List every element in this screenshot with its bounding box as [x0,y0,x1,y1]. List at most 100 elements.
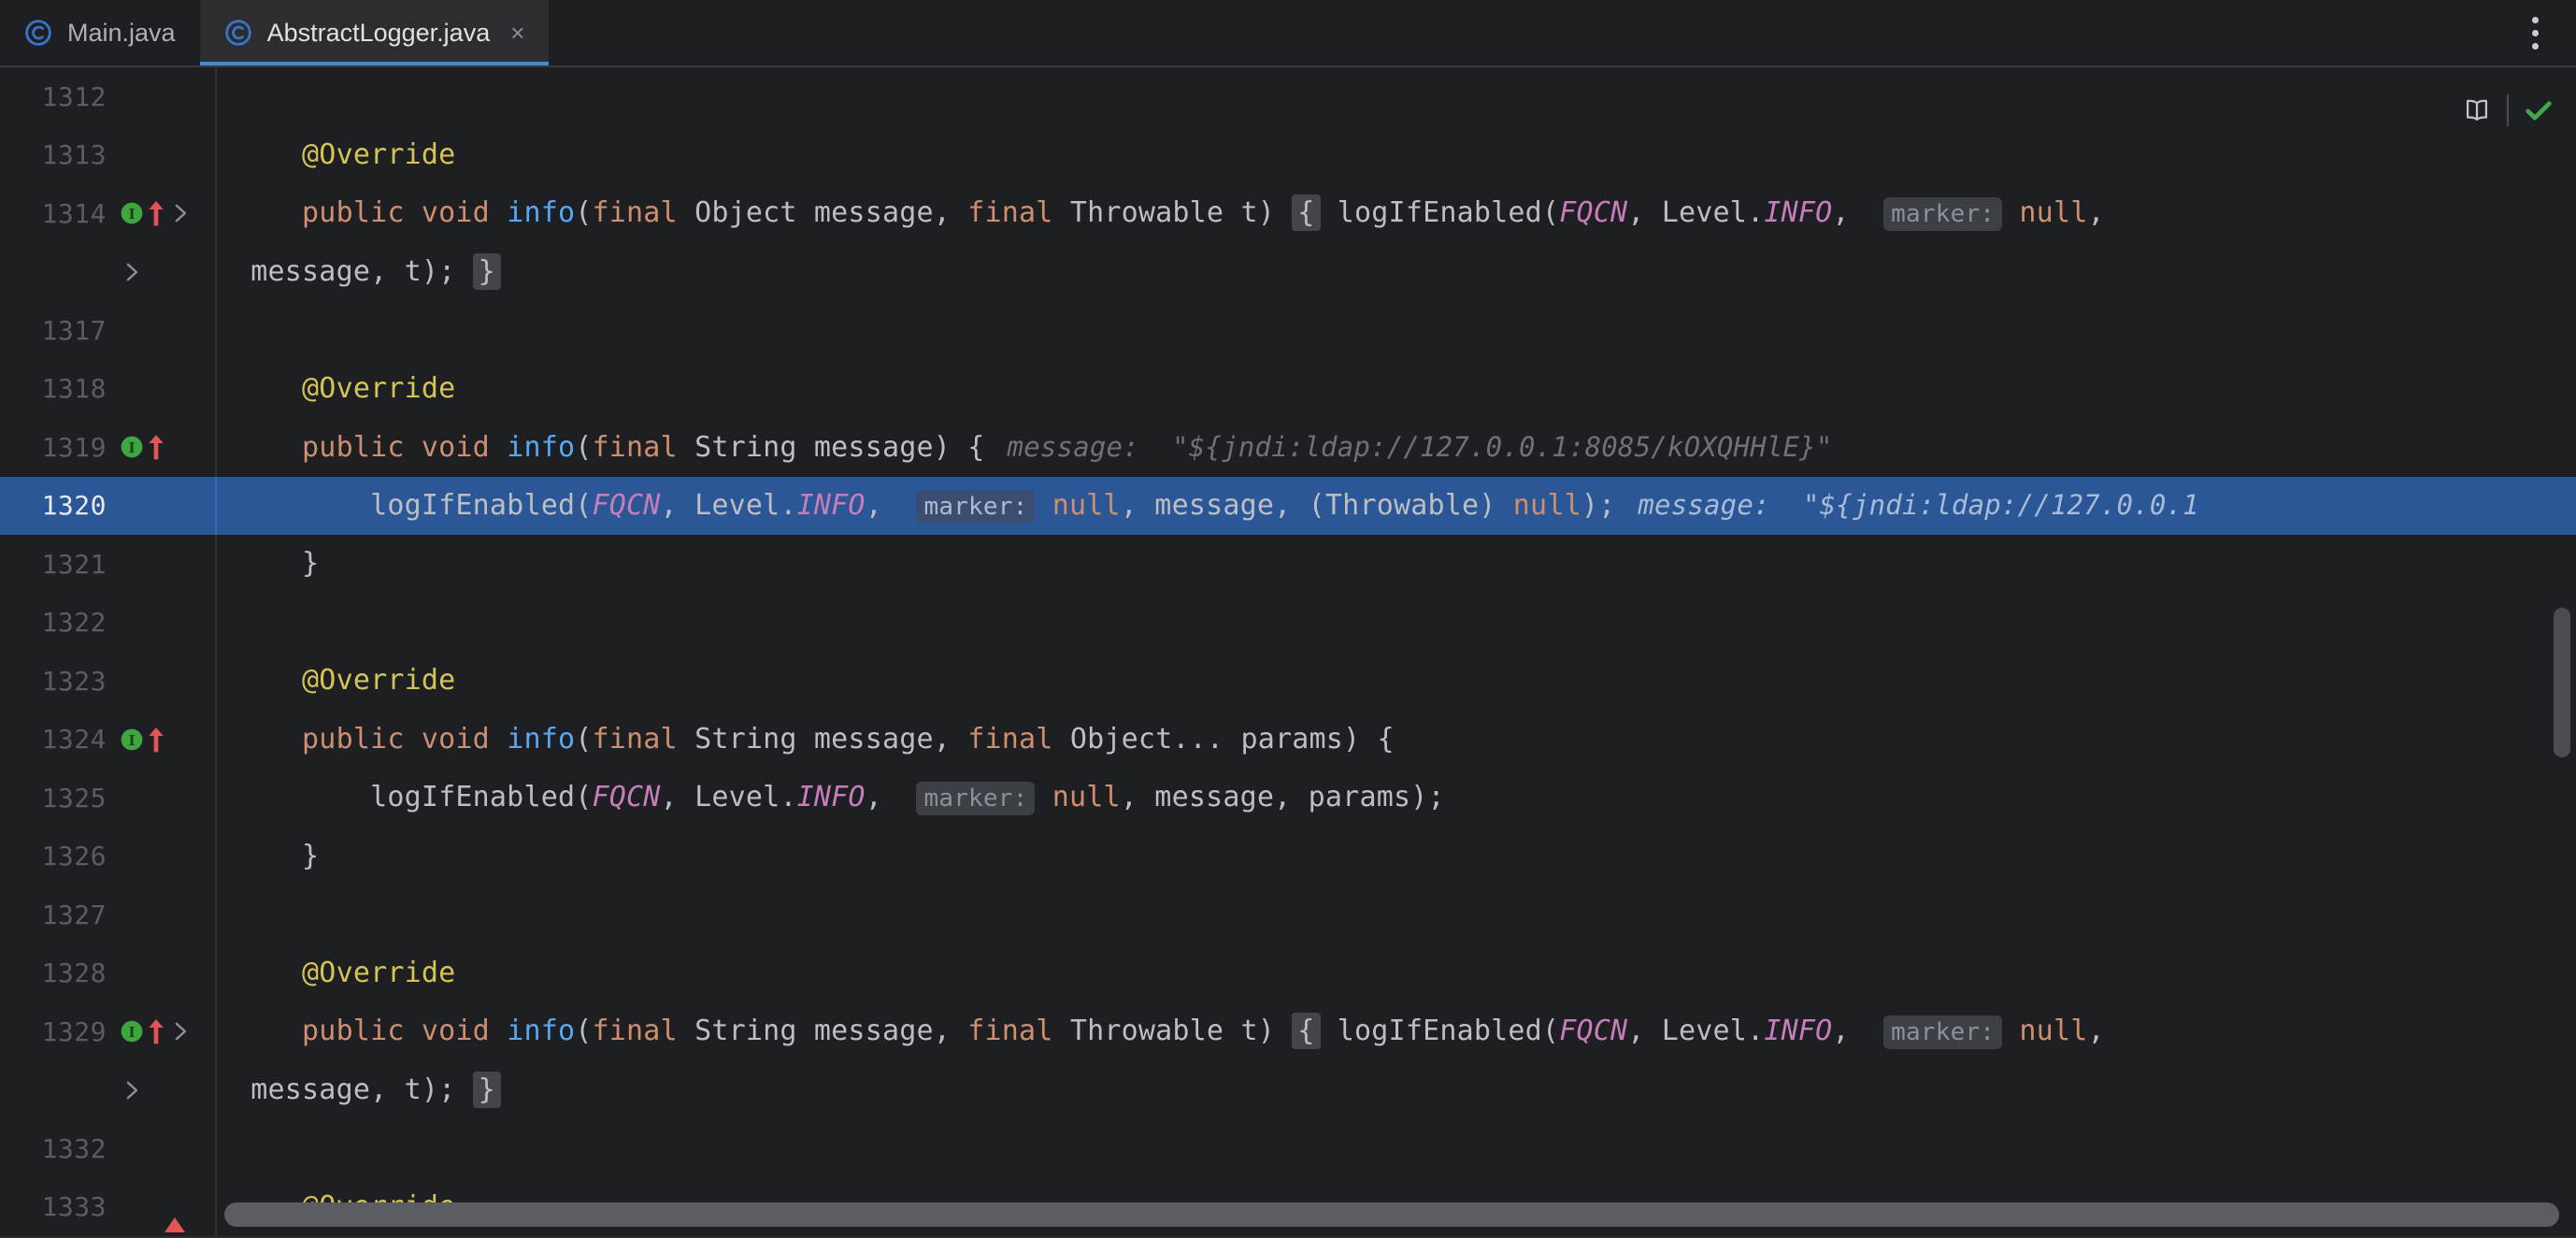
reader-mode-icon[interactable] [2453,88,2501,133]
gutter-icon-group: I [112,1017,217,1045]
overriding-method-arrow-icon[interactable] [146,1017,166,1045]
inline-debugger-value: message: "${jndi:ldap://127.0.0.1 [1638,488,2199,521]
horizontal-scrollbar[interactable] [224,1202,2559,1227]
line-gutter[interactable]: 1312 [0,67,217,126]
code-token: final [592,430,695,464]
code-line-text[interactable]: message, t); } [217,1061,2576,1120]
code-line-text[interactable]: public void info(final String message, f… [217,1002,2576,1062]
code-line-text[interactable]: @Override [217,126,2576,185]
tab-options-menu-icon[interactable] [2514,0,2555,65]
line-number: 1327 [41,899,107,930]
gutter-divider [215,652,217,711]
line-gutter[interactable] [0,1060,217,1119]
code-line-row[interactable]: 1322 [0,593,2576,652]
code-line-row[interactable]: 1328 @Override [0,943,2576,1003]
line-gutter[interactable]: 1328 [0,943,217,1002]
line-gutter[interactable]: 1329 I [0,1002,217,1061]
overriding-method-arrow-icon[interactable] [146,199,166,227]
code-line-row[interactable]: 1329 I public void info(final String mess… [0,1002,2576,1061]
code-token: public void [302,430,508,464]
code-line-text[interactable]: @Override [217,944,2576,1003]
code-line-text[interactable]: public void info(final Object message, f… [217,184,2576,244]
svg-text:I: I [129,733,136,749]
vertical-scrollbar-thumb[interactable] [2554,608,2570,757]
chevron-right-fold-icon[interactable] [120,260,144,284]
line-gutter[interactable]: 1317 [0,301,217,360]
svg-text:I: I [129,207,136,223]
code-line-row[interactable]: 1326 } [0,827,2576,886]
line-gutter[interactable]: 1324 I [0,710,217,769]
gutter-icon-group [112,1078,217,1102]
code-line-row[interactable]: 1323 @Override [0,652,2576,711]
code-token: message, t); [234,1072,473,1106]
gutter-divider [215,125,217,184]
code-line-text[interactable]: } [217,535,2576,594]
code-lines-container[interactable]: 1312 1313 @Override 1314 I public void info… [0,67,2576,1238]
code-line-text[interactable]: logIfEnabled(FQCN, Level.INFO, marker: n… [217,476,2576,537]
line-gutter[interactable]: 1314 I [0,184,217,243]
implementing-method-icon[interactable]: I [120,435,144,459]
close-icon[interactable]: × [510,21,524,45]
overriding-method-arrow-icon[interactable] [146,433,166,461]
code-line-row[interactable]: 1312 [0,67,2576,126]
overriding-method-arrow-icon[interactable] [146,726,166,754]
code-line-row[interactable]: 1321 } [0,535,2576,594]
chevron-right-fold-icon[interactable] [120,1078,144,1102]
code-line-text[interactable]: message, t); } [217,243,2576,302]
code-line-row[interactable]: 1320 logIfEnabled(FQCN, Level.INFO, mark… [0,476,2576,537]
code-line-row[interactable]: 1313 @Override [0,125,2576,185]
gutter-icon-group: I [112,433,217,461]
code-line-text[interactable]: } [217,828,2576,886]
line-gutter[interactable]: 1325 [0,769,217,828]
code-line-row[interactable]: message, t); } [0,242,2576,302]
dot [2531,29,2539,36]
error-stripe-marker-icon [165,1217,185,1232]
chevron-right-fold-icon[interactable] [168,1019,193,1044]
chevron-right-fold-icon[interactable] [168,201,193,225]
code-token: message, t); [234,254,473,288]
code-token: , [865,488,917,522]
line-gutter[interactable]: 1327 [0,885,217,944]
implementing-method-icon[interactable]: I [120,727,144,752]
code-line-row[interactable]: message, t); } [0,1060,2576,1120]
code-token: } [234,547,320,580]
code-line-row[interactable]: 1332 [0,1119,2576,1178]
code-line-text[interactable]: @Override [217,360,2576,419]
code-line-text[interactable]: @Override [217,652,2576,711]
horizontal-scrollbar-thumb[interactable] [224,1202,2559,1227]
code-line-row[interactable]: 1325 logIfEnabled(FQCN, Level.INFO, mark… [0,769,2576,828]
code-token: final [967,722,1070,756]
implementing-method-icon[interactable]: I [120,201,144,225]
line-gutter[interactable]: 1320 [0,476,217,535]
line-gutter[interactable]: 1319 I [0,418,217,477]
inline-debugger-value: message: "${jndi:ldap://127.0.0.1:8085/k… [1007,430,1833,463]
code-line-text[interactable]: logIfEnabled(FQCN, Level.INFO, marker: n… [217,769,2576,828]
line-gutter[interactable]: 1323 [0,652,217,711]
code-line-text[interactable]: public void info(final String message) {… [217,418,2576,478]
editor-tab-main-java[interactable]: Main.java [0,0,200,65]
editor-inspection-toolbar [2453,88,2563,133]
line-gutter[interactable]: 1318 [0,359,217,418]
editor-tab-abstractlogger-java[interactable]: AbstractLogger.java × [199,0,550,65]
code-line-row[interactable]: 1317 [0,301,2576,360]
code-line-row[interactable]: 1324 I public void info(final String mess… [0,710,2576,770]
inspections-ok-checkmark-icon[interactable] [2514,88,2563,133]
code-line-row[interactable]: 1314 I public void info(final Object mess… [0,184,2576,243]
gutter-divider [215,769,217,828]
line-gutter[interactable]: 1313 [0,125,217,184]
implementing-method-icon[interactable]: I [120,1019,144,1044]
code-line-row[interactable]: 1319 I public void info(final String mess… [0,418,2576,477]
line-gutter[interactable]: 1332 [0,1119,217,1178]
parameter-hint: marker: [916,489,1036,524]
code-line-text[interactable]: public void info(final String message, f… [217,711,2576,770]
line-gutter[interactable] [0,242,217,301]
code-line-row[interactable]: 1318 @Override [0,359,2576,419]
line-gutter[interactable]: 1322 [0,593,217,652]
code-token: , [2087,1014,2105,1047]
code-token: FQCN [1559,1014,1628,1047]
line-gutter[interactable]: 1326 [0,827,217,885]
line-gutter[interactable]: 1321 [0,535,217,594]
code-line-row[interactable]: 1327 [0,885,2576,944]
